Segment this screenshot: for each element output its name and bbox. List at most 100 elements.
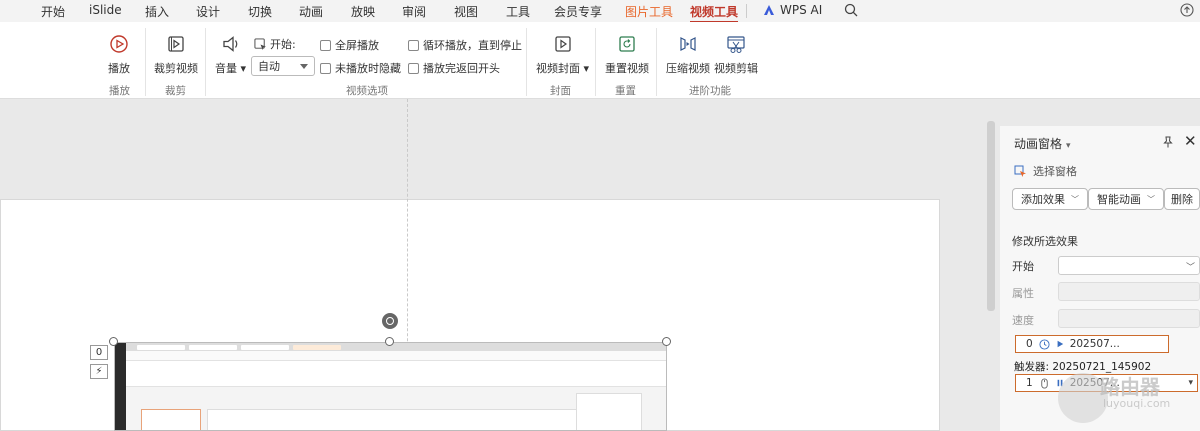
trim-video-button[interactable]: 裁剪视频 — [154, 34, 198, 76]
delete-button[interactable]: 删除 — [1164, 188, 1200, 210]
chevron-down-icon: ﹀ — [1185, 263, 1195, 273]
tab-home[interactable]: 开始 — [41, 3, 65, 20]
start-icon — [254, 37, 267, 50]
wps-ai-label: WPS AI — [780, 3, 823, 17]
tab-review[interactable]: 审阅 — [402, 3, 426, 20]
menu-divider — [746, 4, 747, 18]
cloud-upload-icon[interactable] — [1180, 3, 1194, 17]
ribbon-divider — [205, 28, 206, 96]
animation-item[interactable]: 0 202507... — [1015, 335, 1169, 353]
ribbon-divider — [595, 28, 596, 96]
chevron-down-icon — [300, 64, 308, 69]
watermark-subtext: luyouqi.com — [1103, 397, 1171, 410]
tab-member[interactable]: 会员专享 — [554, 3, 602, 20]
tab-view[interactable]: 视图 — [454, 3, 478, 20]
start-label: 开始 — [1012, 260, 1034, 273]
animation-order-tag[interactable]: 0 — [90, 345, 108, 360]
pane-title[interactable]: 动画窗格 ▾ — [1014, 135, 1071, 152]
search-icon[interactable] — [844, 3, 858, 17]
embedded-ribbon — [115, 361, 666, 387]
select-pane-link[interactable]: 选择窗格 — [1014, 163, 1077, 179]
mouse-icon — [1040, 377, 1048, 389]
tab-picture-tools[interactable]: 图片工具 — [625, 3, 673, 20]
group-trim: 裁剪 — [165, 85, 186, 97]
video-cover-button[interactable]: 视频封面 ▾ — [536, 34, 589, 76]
property-dropdown[interactable] — [1058, 282, 1200, 301]
checkbox-box[interactable] — [320, 39, 331, 51]
trigger-bolt-tag[interactable]: ⚡ — [90, 364, 108, 379]
start-select-value: 自动 — [258, 60, 280, 73]
embedded-tab — [137, 345, 185, 350]
trim-video-icon — [168, 36, 184, 52]
checkbox-box[interactable] — [320, 62, 331, 74]
rewind-label: 播放完返回开头 — [423, 62, 500, 75]
clock-icon — [1039, 338, 1050, 350]
rewind-checkbox[interactable]: 播放完返回开头 — [408, 60, 500, 76]
embedded-video[interactable] — [114, 342, 667, 431]
tab-animation[interactable]: 动画 — [299, 3, 323, 20]
embedded-menubar — [115, 351, 666, 361]
chevron-down-icon: ﹀ — [1147, 194, 1155, 204]
resize-handle[interactable] — [662, 337, 671, 346]
fullscreen-label: 全屏播放 — [335, 39, 379, 52]
video-edit-button[interactable]: 视频剪辑 — [714, 34, 758, 76]
item-name: 202507... — [1069, 338, 1120, 350]
close-icon[interactable]: ✕ — [1184, 134, 1197, 149]
video-scissors-icon — [727, 36, 745, 53]
wps-ai-button[interactable]: WPS AI — [763, 3, 822, 17]
start-field-label: 开始: — [254, 36, 296, 52]
menu-bar: 开始 iSlide 插入 设计 切换 动画 放映 审阅 视图 工具 会员专享 图… — [0, 0, 1200, 23]
tab-video-tools[interactable]: 视频工具 — [690, 3, 739, 23]
volume-button[interactable]: 音量 ▾ — [215, 34, 246, 76]
rotate-handle-icon[interactable] — [382, 313, 398, 329]
reset-video-label: 重置视频 — [605, 62, 649, 75]
select-pane-icon — [1014, 165, 1026, 177]
start-dropdown[interactable]: ﹀ — [1058, 256, 1200, 275]
play-icon — [110, 35, 128, 53]
embedded-tab — [189, 345, 237, 350]
loop-checkbox[interactable]: 循环播放，直到停止 — [408, 37, 522, 53]
chevron-down-icon[interactable]: ▾ — [1188, 378, 1193, 388]
embedded-slide-thumb — [141, 409, 201, 430]
group-video-options: 视频选项 — [346, 85, 388, 97]
trim-video-label: 裁剪视频 — [154, 62, 198, 75]
tab-islide[interactable]: iSlide — [89, 3, 122, 17]
hide-when-not-playing-checkbox[interactable]: 未播放时隐藏 — [320, 60, 401, 76]
watermark-text: 路由器 — [1100, 375, 1160, 399]
tab-tools[interactable]: 工具 — [506, 3, 530, 20]
select-pane-label: 选择窗格 — [1033, 165, 1077, 178]
reset-video-button[interactable]: 重置视频 — [605, 34, 649, 76]
checkbox-box[interactable] — [408, 62, 419, 74]
group-advanced: 进阶功能 — [689, 85, 731, 97]
embedded-slide-canvas — [207, 409, 577, 430]
tab-transition[interactable]: 切换 — [248, 3, 272, 20]
tab-insert[interactable]: 插入 — [145, 3, 169, 20]
workspace-scrollbar[interactable] — [987, 121, 995, 311]
resize-handle[interactable] — [109, 337, 118, 346]
embedded-tab — [293, 345, 341, 350]
play-label: 播放 — [108, 62, 130, 75]
play-button[interactable]: 播放 — [108, 34, 130, 76]
speed-dropdown[interactable] — [1058, 309, 1200, 328]
tab-slideshow[interactable]: 放映 — [351, 3, 375, 20]
add-effect-button[interactable]: 添加效果 ﹀ — [1012, 188, 1088, 210]
smart-animation-button[interactable]: 智能动画 ﹀ — [1088, 188, 1164, 210]
video-cover-label: 视频封面 ▾ — [536, 62, 590, 75]
tab-design[interactable]: 设计 — [196, 3, 220, 20]
item-index: 1 — [1026, 377, 1033, 389]
compress-video-button[interactable]: 压缩视频 — [666, 34, 710, 76]
fullscreen-checkbox[interactable]: 全屏播放 — [320, 37, 379, 53]
hide-when-not-playing-label: 未播放时隐藏 — [335, 62, 401, 75]
play-triangle-icon — [1057, 340, 1063, 348]
start-select[interactable]: 自动 — [251, 56, 315, 76]
resize-handle[interactable] — [385, 337, 394, 346]
reset-video-icon — [619, 36, 635, 52]
volume-label: 音量 ▾ — [215, 62, 247, 75]
ribbon-divider — [145, 28, 146, 96]
group-reset: 重置 — [615, 85, 636, 97]
pin-icon[interactable] — [1162, 136, 1174, 148]
ribbon-divider — [656, 28, 657, 96]
video-edit-label: 视频剪辑 — [714, 62, 758, 75]
modify-effect-heading: 修改所选效果 — [1012, 235, 1078, 248]
checkbox-box[interactable] — [408, 39, 419, 51]
